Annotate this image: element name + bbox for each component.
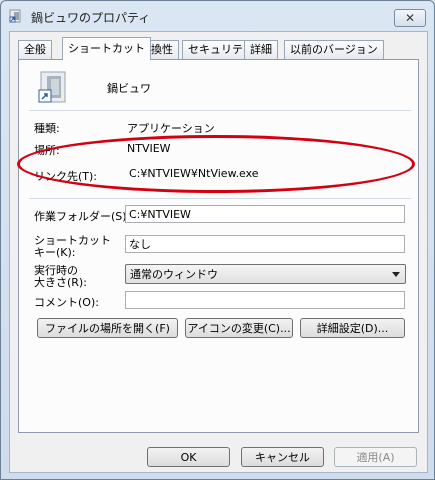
cancel-button[interactable]: キャンセル	[241, 447, 324, 467]
run-size-label-line2: 大きさ(R):	[34, 276, 87, 289]
tab-details[interactable]: 詳細	[244, 40, 278, 59]
tab-general[interactable]: 全般	[18, 40, 52, 59]
window-title: 鍋ビュワのプロパティ	[31, 11, 151, 25]
tab-previous-versions[interactable]: 以前のバージョン	[284, 40, 384, 59]
workdir-label: 作業フォルダー(S):	[34, 210, 131, 223]
comment-label: コメント(O):	[34, 296, 99, 309]
type-value: アプリケーション	[127, 122, 215, 135]
dialog-client: 全般 ショートカット 互換性 セキュリティ 詳細 以前のバージョン 鍋ビュワ 種…	[9, 31, 428, 473]
comment-input[interactable]	[125, 291, 405, 309]
shortcut-name: 鍋ビュワ	[107, 82, 151, 95]
close-button[interactable]: ✕	[394, 9, 426, 27]
ok-button[interactable]: OK	[147, 447, 230, 467]
tab-shortcut[interactable]: ショートカット	[62, 37, 151, 60]
run-size-select[interactable]: 通常のウィンドウ	[125, 264, 406, 284]
target-label: リンク先(T):	[34, 170, 98, 183]
target-input[interactable]: C:¥NTVIEW¥NtView.exe	[125, 164, 405, 182]
run-size-value: 通常のウィンドウ	[130, 268, 218, 281]
hotkey-input[interactable]: なし	[125, 235, 405, 253]
apply-button[interactable]: 適用(A)	[334, 447, 417, 467]
location-value: NTVIEW	[127, 142, 171, 155]
shortcut-file-icon	[9, 9, 21, 23]
title-bar[interactable]: 鍋ビュワのプロパティ ✕	[1, 1, 434, 31]
type-label: 種類:	[34, 122, 60, 135]
shortcut-panel: 鍋ビュワ 種類: アプリケーション 場所: NTVIEW リンク先(T): C:…	[18, 59, 419, 433]
hotkey-label-line2: キー(K):	[34, 246, 76, 259]
separator	[29, 198, 411, 199]
dropdown-arrow-icon	[392, 272, 400, 277]
application-icon	[38, 71, 66, 103]
workdir-input[interactable]: C:¥NTVIEW	[125, 205, 405, 223]
separator	[29, 110, 411, 111]
location-label: 場所:	[34, 144, 60, 157]
change-icon-button[interactable]: アイコンの変更(C)...	[185, 318, 293, 338]
open-file-location-button[interactable]: ファイルの場所を開く(F)	[37, 318, 178, 338]
properties-window: 鍋ビュワのプロパティ ✕ 全般 ショートカット 互換性 セキュリティ 詳細 以前…	[0, 0, 435, 480]
advanced-button[interactable]: 詳細設定(D)...	[300, 318, 405, 338]
